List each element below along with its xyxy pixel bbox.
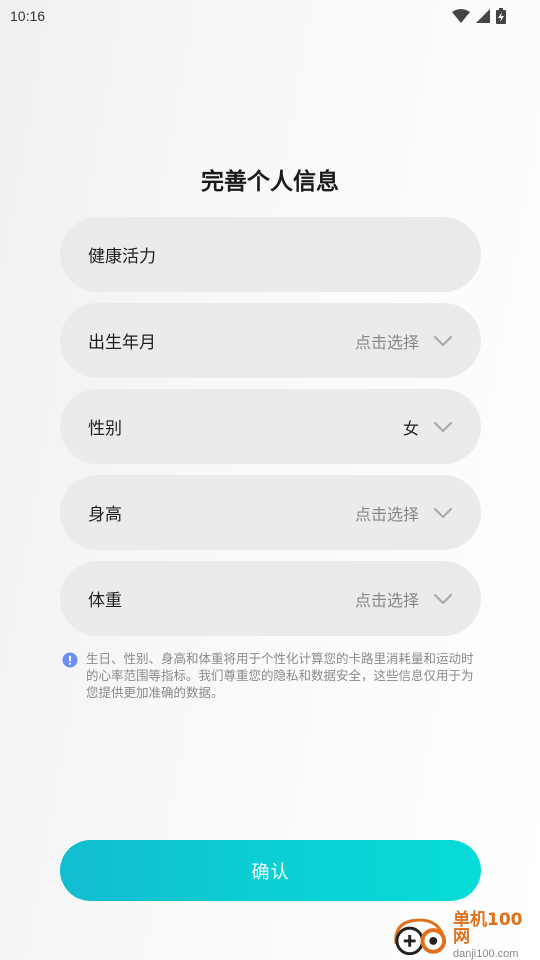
notice-text: 生日、性别、身高和体重将用于个性化计算您的卡路里消耗量和运动时的心率范围等指标。… — [86, 651, 474, 700]
chevron-down-icon — [434, 593, 452, 604]
signal-icon — [476, 9, 490, 23]
field-weight[interactable]: 体重 点击选择 — [60, 561, 481, 636]
chevron-down-icon — [434, 507, 452, 518]
chevron-down-icon — [434, 421, 452, 432]
watermark: 单机100网 danji100.com — [392, 910, 538, 960]
field-birth-date[interactable]: 出生年月 点击选择 — [60, 303, 481, 378]
confirm-button[interactable]: 确认 — [60, 840, 481, 901]
field-value: 女 — [402, 418, 419, 438]
watermark-title: 单机100网 — [453, 910, 523, 947]
field-label: 体重 — [88, 591, 122, 611]
field-height[interactable]: 身高 点击选择 — [60, 475, 481, 550]
field-value: 点击选择 — [354, 332, 419, 352]
battery-charging-icon — [496, 8, 506, 24]
page-title: 完善个人信息 — [201, 169, 339, 195]
privacy-notice: 生日、性别、身高和体重将用于个性化计算您的卡路里消耗量和运动时的心率范围等指标。… — [62, 650, 482, 701]
watermark-logo-icon — [394, 918, 447, 956]
field-value: 点击选择 — [354, 590, 419, 610]
watermark-url: danji100.com — [453, 948, 519, 960]
field-label: 身高 — [88, 505, 122, 525]
field-label: 性别 — [88, 419, 122, 439]
info-icon — [62, 652, 78, 668]
field-value: 点击选择 — [354, 504, 419, 524]
status-bar: 10:16 — [0, 0, 540, 32]
status-icons — [452, 8, 506, 24]
field-gender[interactable]: 性别 女 — [60, 389, 481, 464]
field-health-vitality[interactable]: 健康活力 — [60, 217, 481, 292]
status-time: 10:16 — [10, 8, 46, 24]
wifi-icon — [452, 9, 470, 23]
chevron-down-icon — [434, 335, 452, 346]
field-label: 健康活力 — [88, 247, 156, 267]
field-label: 出生年月 — [88, 333, 156, 353]
